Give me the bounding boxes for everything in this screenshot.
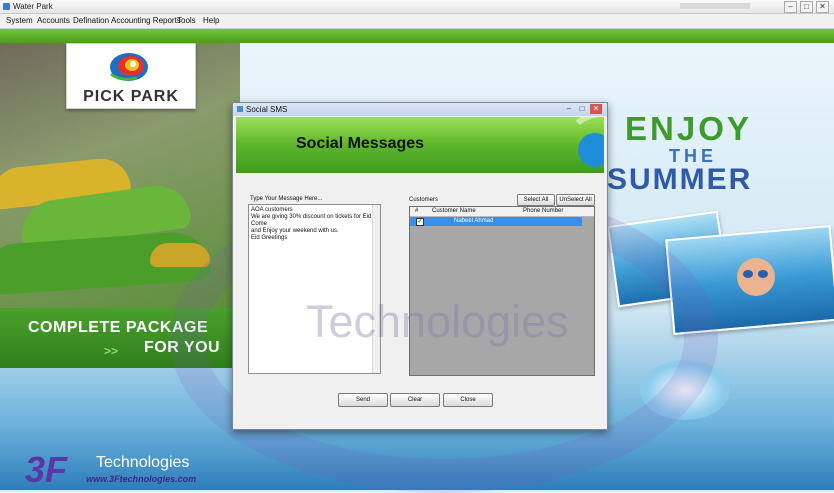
social-sms-dialog: Social SMS – □ ✕ Social Messages Type Yo… <box>232 102 608 430</box>
table-row[interactable]: ✔ Nabeel Ahmad <box>410 217 582 226</box>
dialog-title: Social SMS <box>246 105 288 114</box>
menu-accounts[interactable]: Accounts <box>37 14 70 28</box>
customer-name-cell: Nabeel Ahmad <box>454 218 494 224</box>
watermark-text: Technologies <box>306 296 569 347</box>
message-textarea[interactable]: AOA customers We are giving 30% discount… <box>248 204 381 374</box>
customers-grid: # Customer Name Phone Number ✔ Nabeel Ah… <box>409 206 595 376</box>
dialog-close-button[interactable]: ✕ <box>590 104 602 114</box>
message-line: Eid Greetings <box>251 235 288 241</box>
menu-tools[interactable]: Tools <box>177 14 196 28</box>
dialog-heading: Social Messages <box>296 135 425 152</box>
logo-swirl-icon <box>110 53 148 81</box>
customers-label: Customers <box>409 197 439 203</box>
send-button[interactable]: Send <box>338 393 388 407</box>
header-green-bar <box>0 29 834 43</box>
message-line: We are giving 30% discount on tickets fo… <box>251 214 372 227</box>
close-window-button[interactable]: ✕ <box>816 1 829 13</box>
app-icon <box>3 3 10 10</box>
column-header-number[interactable]: # <box>415 207 418 216</box>
dialog-titlebar: Social SMS – □ ✕ <box>233 103 607 116</box>
dialog-maximize-button[interactable]: □ <box>576 104 588 114</box>
banner-enjoy: ENJOY <box>625 110 752 147</box>
maximize-button[interactable]: □ <box>800 1 813 13</box>
message-label: Type Your Message Here... <box>250 196 323 202</box>
dialog-app-icon <box>237 106 243 112</box>
menu-system[interactable]: System <box>6 14 33 28</box>
titlebar-text-area <box>680 3 750 9</box>
minimize-button[interactable]: – <box>784 1 797 13</box>
dialog-minimize-button[interactable]: – <box>563 104 575 114</box>
menu-bar: System Accounts Defination Accounting Re… <box>0 14 834 29</box>
brand-logo-mark: 3F <box>25 449 68 490</box>
column-header-customer-name[interactable]: Customer Name <box>432 207 476 216</box>
swimmer-face <box>737 258 775 296</box>
goggle-icon <box>758 270 768 278</box>
menu-defination[interactable]: Defination <box>73 14 109 28</box>
window-titlebar: Water Park – □ ✕ <box>0 0 834 14</box>
window-title: Water Park <box>13 2 53 11</box>
clear-button[interactable]: Clear <box>390 393 440 407</box>
water-drop-icon <box>578 133 604 167</box>
unselect-all-button[interactable]: UnSelect All <box>556 194 595 206</box>
close-button[interactable]: Close <box>443 393 493 407</box>
menu-help[interactable]: Help <box>203 14 219 28</box>
message-line: and Enjoy your weekend with us. <box>251 228 339 234</box>
select-all-button[interactable]: Select All <box>517 194 555 206</box>
goggle-icon <box>743 270 753 278</box>
promo-arrows: >> <box>104 344 119 358</box>
banner-summer: SUMMER <box>607 163 753 196</box>
menu-accounting-reports[interactable]: Accounting Reports <box>111 14 181 28</box>
grid-header: # Customer Name Phone Number <box>410 207 594 217</box>
logo-text: PICK PARK <box>83 88 179 105</box>
brand-name: Technologies <box>96 454 190 471</box>
column-header-phone-number[interactable]: Phone Number <box>523 207 563 216</box>
pick-park-logo: PICK PARK <box>66 43 196 109</box>
message-line: AOA customers <box>251 207 293 213</box>
row-checkbox[interactable]: ✔ <box>416 218 424 226</box>
brand-url: www.3Ftechnologies.com <box>86 474 197 484</box>
